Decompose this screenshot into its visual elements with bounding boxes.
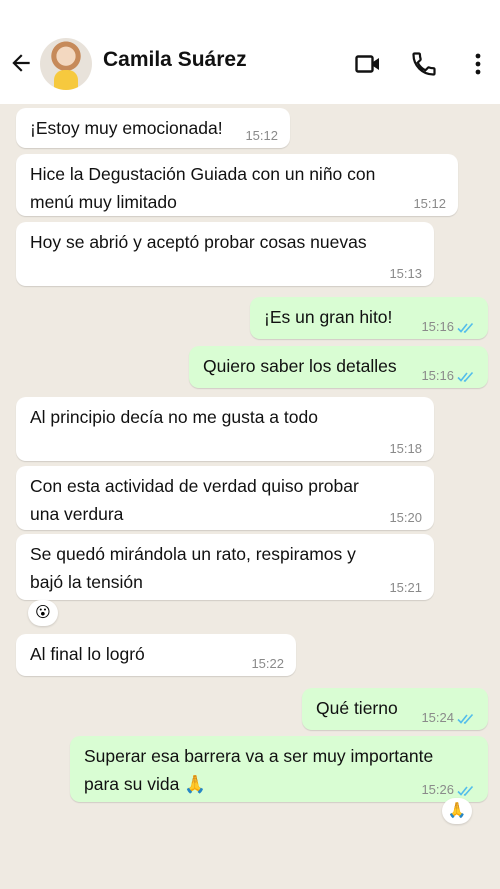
message-time: 15:26 <box>421 782 454 797</box>
message-text: Superar esa barrera va a ser muy importa… <box>84 742 433 798</box>
contact-name[interactable]: Camila Suárez <box>103 48 247 72</box>
message-incoming[interactable]: Al principio decía no me gusta a todo 15… <box>16 397 434 461</box>
message-text: Al final lo logró <box>30 644 145 664</box>
message-text: ¡Estoy muy emocionada! <box>30 118 223 138</box>
message-list[interactable]: ¡Estoy muy emocionada! 15:12 Hice la Deg… <box>0 104 500 889</box>
chat-header: Camila Suárez <box>0 0 500 104</box>
message-line: Con esta actividad de verdad quiso proba… <box>30 476 359 496</box>
message-time: 15:20 <box>389 510 422 525</box>
message-text: Se quedó mirándola un rato, respiramos y… <box>30 540 356 596</box>
message-time: 15:24 <box>421 710 454 725</box>
message-line: menú muy limitado <box>30 192 177 212</box>
message-time: 15:21 <box>389 580 422 595</box>
message-incoming[interactable]: Hoy se abrió y aceptó probar cosas nueva… <box>16 222 434 286</box>
back-arrow-icon[interactable] <box>8 50 34 76</box>
message-incoming[interactable]: ¡Estoy muy emocionada! 15:12 <box>16 108 290 148</box>
read-receipt-icon <box>457 322 474 333</box>
message-line: bajó la tensión <box>30 572 143 592</box>
message-time: 15:16 <box>421 319 454 334</box>
message-time: 15:13 <box>389 266 422 281</box>
message-text: ¡Es un gran hito! <box>264 307 393 327</box>
reaction-badge[interactable]: 🙏 <box>442 798 472 824</box>
message-line: para su vida 🙏 <box>84 774 206 794</box>
message-line: Se quedó mirándola un rato, respiramos y <box>30 544 356 564</box>
avatar[interactable] <box>40 38 92 90</box>
message-outgoing[interactable]: ¡Es un gran hito! 15:16 <box>250 297 488 339</box>
message-incoming[interactable]: Con esta actividad de verdad quiso proba… <box>16 466 434 530</box>
read-receipt-icon <box>457 785 474 796</box>
reaction-badge[interactable]: 😮 <box>28 600 58 626</box>
message-time: 15:18 <box>389 441 422 456</box>
message-incoming[interactable]: Hice la Degustación Guiada con un niño c… <box>16 154 458 216</box>
message-line: Superar esa barrera va a ser muy importa… <box>84 746 434 766</box>
message-text: Qué tierno <box>316 698 398 718</box>
message-outgoing[interactable]: Qué tierno 15:24 <box>302 688 488 730</box>
read-receipt-icon <box>457 713 474 724</box>
message-outgoing[interactable]: Quiero saber los detalles 15:16 <box>189 346 488 388</box>
message-time: 15:12 <box>413 196 446 211</box>
message-incoming[interactable]: Al final lo logró 15:22 <box>16 634 296 676</box>
message-incoming[interactable]: Se quedó mirándola un rato, respiramos y… <box>16 534 434 600</box>
message-text: Con esta actividad de verdad quiso proba… <box>30 472 359 528</box>
more-options-icon[interactable] <box>464 50 492 78</box>
phone-icon[interactable] <box>410 50 438 78</box>
message-text: Al principio decía no me gusta a todo <box>30 407 318 427</box>
message-time: 15:12 <box>245 128 278 143</box>
message-outgoing[interactable]: Superar esa barrera va a ser muy importa… <box>70 736 488 802</box>
message-line: Hice la Degustación Guiada con un niño c… <box>30 164 376 184</box>
message-time: 15:22 <box>251 656 284 671</box>
message-text: Hoy se abrió y aceptó probar cosas nueva… <box>30 232 367 252</box>
message-time: 15:16 <box>421 368 454 383</box>
message-text: Quiero saber los detalles <box>203 356 397 376</box>
message-line: una verdura <box>30 504 124 524</box>
video-call-icon[interactable] <box>354 50 382 78</box>
message-text: Hice la Degustación Guiada con un niño c… <box>30 160 375 216</box>
read-receipt-icon <box>457 371 474 382</box>
